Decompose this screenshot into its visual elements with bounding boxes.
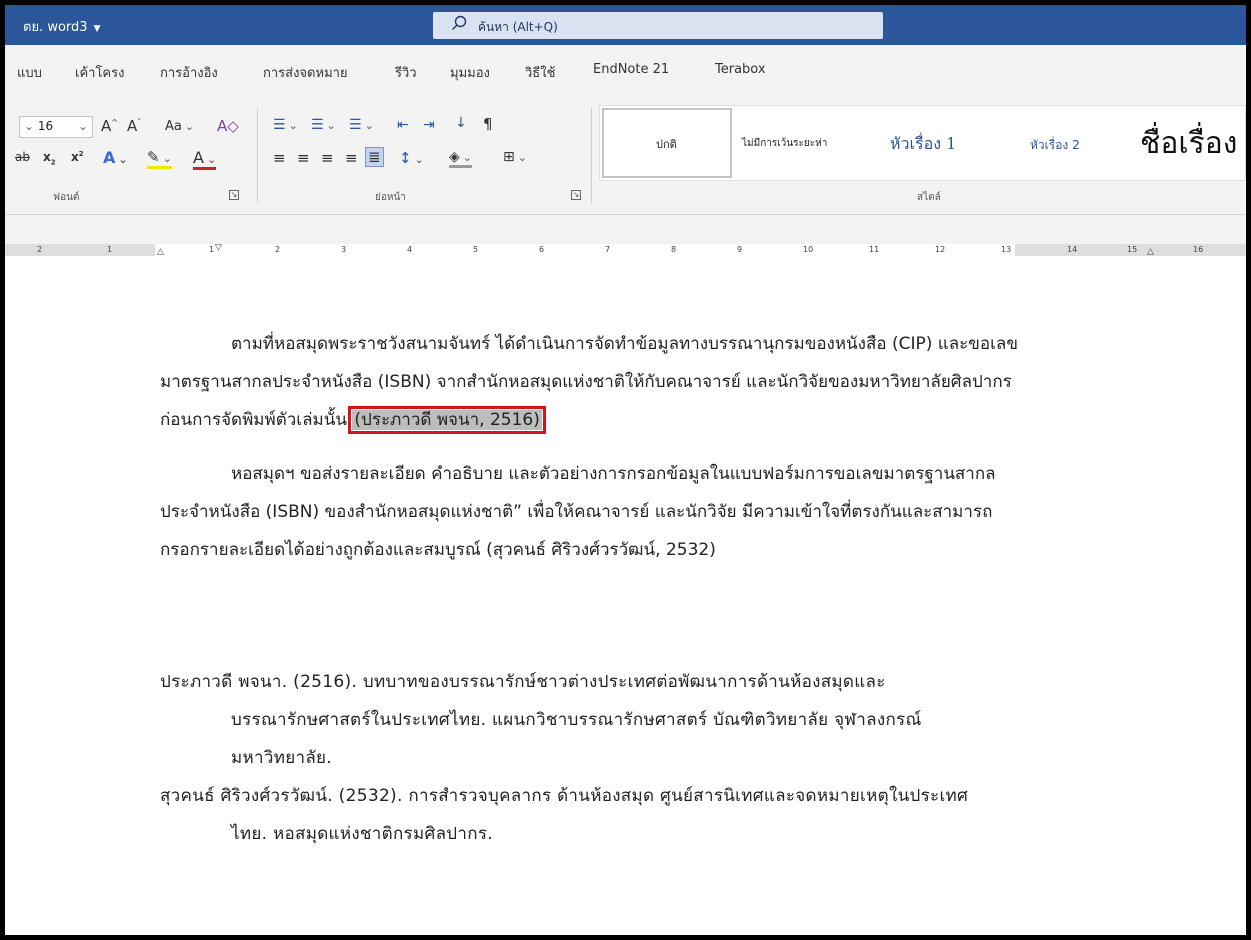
- ruler-number: 16: [1193, 245, 1204, 254]
- styles-group-label: สไตล์: [917, 192, 941, 203]
- ruler-number: 1: [209, 245, 215, 254]
- ruler-number: 6: [539, 245, 545, 254]
- p1-line2: มาตรฐานสากลประจำหนังสือ (ISBN) จากสำนักห…: [160, 372, 1012, 392]
- tab-view[interactable]: มุมมอง: [450, 62, 490, 83]
- ruler-number: 13: [1001, 245, 1012, 254]
- tab-review[interactable]: รีวิว: [395, 62, 417, 83]
- style-title[interactable]: ชื่อเรื่อง: [1140, 120, 1237, 167]
- distributed-align-icon[interactable]: ≣: [365, 147, 384, 167]
- p2-line3: กรอกรายละเอียดได้อย่างถูกต้องและสมบูรณ์ …: [160, 540, 716, 560]
- ruler-number: 1: [107, 245, 113, 254]
- tab-design[interactable]: แบบ: [17, 62, 42, 83]
- p2-line2: ประจำหนังสือ (ISBN) ของสำนักหอสมุดแห่งชา…: [160, 502, 993, 522]
- p1-line3-text: ก่อนการจัดพิมพ์ตัวเล่มนั้น: [160, 410, 347, 430]
- document-title-menu[interactable]: ตย. word3 ▼: [23, 16, 100, 37]
- ribbon-tabs: แบบ เค้าโครง การอ้างอิง การส่งจดหมาย รีว…: [5, 45, 1246, 100]
- first-line-indent-marker-icon[interactable]: ▽: [215, 244, 222, 254]
- text-effects-icon[interactable]: A: [103, 148, 128, 167]
- ruler-number: 9: [737, 245, 743, 254]
- document-page[interactable]: ตามที่หอสมุดพระราชวังสนามจันทร์ ได้ดำเนิ…: [5, 256, 1246, 935]
- shrink-font-icon[interactable]: Aˇ: [127, 117, 141, 135]
- word-window: ตย. word3 ▼ ค้นหา (Alt+Q) แบบ เค้าโครง กา…: [5, 5, 1246, 935]
- line-spacing-icon[interactable]: ↕: [399, 149, 424, 167]
- ruler-number: 7: [605, 245, 611, 254]
- paragraph-group-label: ย่อหน้า: [375, 192, 406, 203]
- font-size-value: 16: [37, 119, 54, 133]
- ruler-number: 2: [275, 245, 281, 254]
- clear-formatting-icon[interactable]: A◇: [217, 117, 239, 135]
- align-right-icon[interactable]: ≡: [321, 149, 334, 167]
- ruler-number: 15: [1127, 245, 1138, 254]
- chevron-down-icon: ▼: [93, 24, 101, 34]
- tab-references[interactable]: การอ้างอิง: [160, 62, 218, 83]
- p1-line3: ก่อนการจัดพิมพ์ตัวเล่มนั้น (ประภาวดี พจน…: [160, 406, 546, 434]
- paragraph-dialog-launcher-icon[interactable]: ↘: [571, 190, 581, 200]
- decrease-indent-icon[interactable]: ⇤: [397, 117, 409, 133]
- ruler-number: 3: [341, 245, 347, 254]
- tab-help[interactable]: วิธีใช้: [525, 62, 555, 83]
- right-indent-marker-icon[interactable]: △: [1147, 246, 1154, 256]
- reference-1-line3: มหาวิทยาลัย.: [231, 748, 332, 768]
- justify-icon[interactable]: ≡: [345, 149, 358, 167]
- reference-1-line1: ประภาวดี พจนา. (2516). บทบาทของบรรณารักษ…: [160, 672, 886, 692]
- ruler-number: 11: [869, 245, 880, 254]
- divider: [591, 108, 592, 203]
- sort-icon[interactable]: ↓: [455, 115, 467, 131]
- reference-1-line2: บรรณารักษศาสตร์ในประเทศไทย. แผนกวิชาบรรณ…: [231, 710, 922, 730]
- title-bar: ตย. word3 ▼ ค้นหา (Alt+Q): [5, 5, 1246, 45]
- reference-2-line1: สุวคนธ์ ศิริวงศ์วรวัฒน์. (2532). การสำรว…: [160, 786, 969, 806]
- ruler-number: 10: [803, 245, 814, 254]
- style-normal[interactable]: ปกติ: [602, 108, 732, 178]
- ruler-number: 4: [407, 245, 413, 254]
- reference-2-line2: ไทย. หอสมุดแห่งชาติกรมศิลปากร.: [231, 824, 493, 844]
- ruler-text-area: [155, 244, 1015, 256]
- search-box[interactable]: ค้นหา (Alt+Q): [433, 12, 883, 39]
- styles-gallery: ปกติ ไม่มีการเว้นระยะห่า หัวเรื่อง 1 หัว…: [599, 105, 1246, 181]
- subscript-icon[interactable]: x2: [43, 150, 56, 166]
- ruler-number: 14: [1067, 245, 1078, 254]
- tab-terabox[interactable]: Terabox: [715, 62, 766, 77]
- font-size-select[interactable]: ⌄ 16 ⌄: [19, 116, 93, 138]
- tab-layout[interactable]: เค้าโครง: [75, 62, 124, 83]
- tab-endnote[interactable]: EndNote 21: [593, 62, 669, 77]
- p1-line1: ตามที่หอสมุดพระราชวังสนามจันทร์ ได้ดำเนิ…: [231, 334, 1018, 354]
- font-color-icon[interactable]: A: [193, 148, 217, 170]
- ruler-number: 2: [37, 245, 43, 254]
- show-formatting-marks-icon[interactable]: ¶: [483, 115, 493, 133]
- highlight-color-icon[interactable]: ✎: [147, 148, 172, 169]
- style-heading2[interactable]: หัวเรื่อง 2: [1030, 136, 1080, 155]
- divider: [257, 108, 258, 203]
- search-placeholder: ค้นหา (Alt+Q): [478, 20, 558, 34]
- align-left-icon[interactable]: ≡: [273, 149, 286, 167]
- borders-icon[interactable]: ⊞: [503, 149, 527, 165]
- grow-font-icon[interactable]: A^: [101, 117, 118, 135]
- change-case-icon[interactable]: Aa: [165, 119, 194, 134]
- horizontal-ruler[interactable]: 2 1 1 2 3 4 5 6 7 8 9 10 11 12 13 14 15 …: [5, 244, 1246, 256]
- p2-line1: หอสมุดฯ ขอส่งรายละเอียด คำอธิบาย และตัวอ…: [231, 464, 996, 484]
- left-indent-marker-icon[interactable]: △: [157, 246, 164, 256]
- ruler-number: 12: [935, 245, 946, 254]
- tab-mailings[interactable]: การส่งจดหมาย: [263, 62, 348, 83]
- style-no-spacing[interactable]: ไม่มีการเว้นระยะห่า: [742, 136, 827, 151]
- ruler-number: 8: [671, 245, 677, 254]
- numbering-icon[interactable]: ☰: [311, 117, 336, 133]
- bullets-icon[interactable]: ☰: [273, 117, 298, 133]
- strikethrough-icon[interactable]: ab: [15, 150, 30, 164]
- align-center-icon[interactable]: ≡: [297, 149, 310, 167]
- search-icon: [452, 15, 467, 30]
- style-normal-label: ปกติ: [656, 138, 677, 151]
- ribbon: ⌄ 16 ⌄ A^ Aˇ Aa A◇ ab x2 x2 A ✎ A ฟอนต์ …: [5, 100, 1246, 215]
- font-dialog-launcher-icon[interactable]: ↘: [229, 190, 239, 200]
- highlighted-citation[interactable]: (ประภาวดี พจนา, 2516): [348, 406, 546, 434]
- multilevel-list-icon[interactable]: ☰: [349, 117, 374, 133]
- document-title: ตย. word3: [23, 20, 88, 35]
- superscript-icon[interactable]: x2: [71, 150, 84, 164]
- shading-icon[interactable]: ◈: [449, 149, 472, 168]
- ruler-number: 5: [473, 245, 479, 254]
- increase-indent-icon[interactable]: ⇥: [423, 117, 435, 133]
- font-group-label: ฟอนต์: [53, 192, 80, 203]
- style-heading1[interactable]: หัวเรื่อง 1: [890, 132, 956, 157]
